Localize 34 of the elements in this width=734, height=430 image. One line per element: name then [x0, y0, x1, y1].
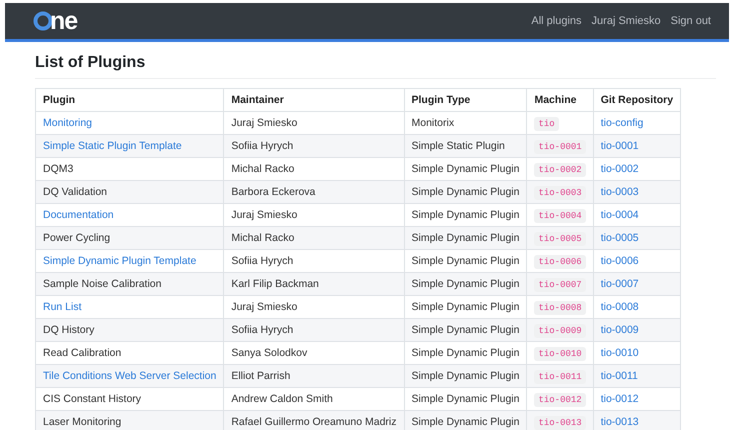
nav-link[interactable]: Sign out: [670, 15, 711, 27]
ring-icon: [33, 11, 53, 31]
machine-code: tio-0009: [534, 324, 586, 338]
column-header: Plugin: [36, 88, 224, 112]
plugin-link[interactable]: Monitoring: [43, 117, 92, 129]
page-heading: List of Plugins: [35, 54, 716, 79]
column-header: Maintainer: [224, 88, 404, 112]
nav-link[interactable]: All plugins: [531, 15, 582, 27]
plugin-link[interactable]: Run List: [43, 301, 82, 313]
plugin-name: Laser Monitoring: [43, 416, 122, 428]
machine-code: tio-0011: [534, 370, 586, 384]
plugin-name: DQM3: [43, 163, 74, 175]
machine-code: tio-0002: [534, 163, 586, 177]
plugin-name: DQ Validation: [43, 186, 108, 198]
plugin-name: Sample Noise Calibration: [43, 278, 162, 290]
machine-code: tio-0004: [534, 209, 586, 223]
logo-text[interactable]: ne: [50, 8, 78, 34]
machine-code: tio-0006: [534, 255, 586, 269]
machine-code: tio-0001: [534, 140, 586, 154]
machine-code: tio-0012: [534, 393, 586, 407]
plugin-name: Power Cycling: [43, 232, 110, 244]
plugin-name: DQ History: [43, 324, 94, 336]
column-header: Plugin Type: [404, 88, 527, 112]
plugin-name: CIS Constant History: [43, 393, 142, 405]
machine-code: tio-0007: [534, 278, 586, 292]
machine-code: tio-0008: [534, 301, 586, 315]
machine-code: tio: [534, 117, 559, 131]
machine-code: tio-0010: [534, 347, 586, 361]
plugin-name: Read Calibration: [43, 347, 122, 359]
plugin-link[interactable]: Documentation: [43, 209, 114, 221]
machine-code: tio-0003: [534, 186, 586, 200]
nav-link[interactable]: Juraj Smiesko: [592, 15, 661, 27]
machine-code: tio-0005: [534, 232, 586, 246]
machine-code: tio-0013: [534, 416, 586, 430]
